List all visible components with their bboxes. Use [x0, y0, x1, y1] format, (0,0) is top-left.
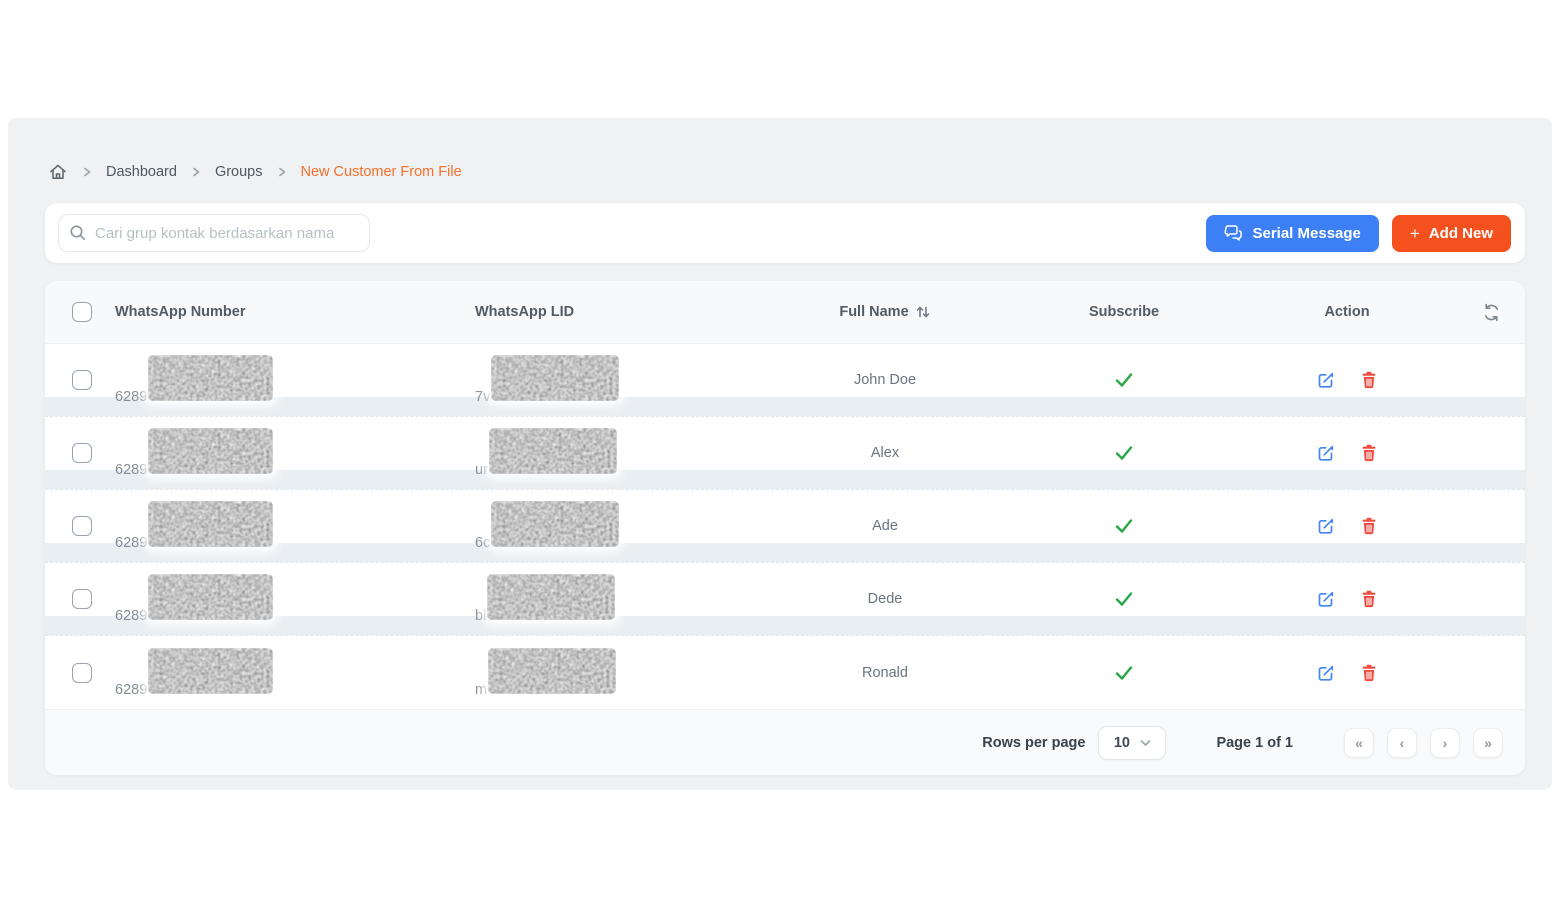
- green-check-icon: [1114, 664, 1134, 682]
- chevron-right-icon: [191, 166, 201, 178]
- green-check-icon: [1114, 371, 1134, 389]
- full-name: Dede: [868, 591, 903, 607]
- full-name: Ronald: [862, 665, 908, 681]
- add-new-label: Add New: [1429, 225, 1493, 242]
- trash-icon[interactable]: [1361, 444, 1377, 462]
- table-row: 6289 7v John Doe: [45, 344, 1525, 417]
- toolbar-buttons: Serial Message + Add New: [1206, 215, 1511, 252]
- trash-icon[interactable]: [1361, 517, 1377, 535]
- redacted-number: [148, 574, 273, 620]
- row-checkbox[interactable]: [72, 443, 92, 463]
- edit-pencil-icon[interactable]: [1317, 590, 1335, 608]
- col-header-subscribe: Subscribe: [985, 304, 1263, 320]
- home-icon[interactable]: [48, 162, 68, 182]
- chevron-right-icon: [82, 166, 92, 178]
- green-check-icon: [1114, 590, 1134, 608]
- full-name: Alex: [871, 445, 899, 461]
- edit-pencil-icon[interactable]: [1317, 517, 1335, 535]
- col-header-whatsapp-number: WhatsApp Number: [115, 304, 475, 320]
- first-page-button[interactable]: «: [1344, 728, 1374, 758]
- table-row: 6289 m Ronald: [45, 636, 1525, 709]
- previous-page-button[interactable]: ‹: [1387, 728, 1417, 758]
- next-page-button[interactable]: ›: [1430, 728, 1460, 758]
- redacted-lid: [491, 355, 619, 401]
- whatsapp-number: 6289: [115, 608, 147, 624]
- toolbar-card: Serial Message + Add New: [45, 203, 1525, 263]
- whatsapp-lid: bl: [475, 608, 486, 624]
- breadcrumb-current: New Customer From File: [301, 164, 462, 180]
- redacted-number: [148, 648, 273, 694]
- green-check-icon: [1114, 444, 1134, 462]
- whatsapp-lid: 6c: [475, 535, 490, 551]
- pagination: « ‹ › »: [1344, 728, 1503, 758]
- redacted-lid: [491, 501, 619, 547]
- serial-message-label: Serial Message: [1252, 225, 1360, 242]
- search-box[interactable]: [58, 214, 370, 252]
- table-header-row: WhatsApp Number WhatsApp LID Full Name S…: [45, 281, 1525, 344]
- row-checkbox[interactable]: [72, 516, 92, 536]
- chevron-down-icon: [1140, 739, 1151, 747]
- whatsapp-number: 6289: [115, 535, 147, 551]
- whatsapp-lid: 7v: [475, 389, 490, 405]
- whatsapp-lid: m: [475, 682, 487, 698]
- full-name: John Doe: [854, 372, 916, 388]
- table-row: 6289 ur Alex: [45, 417, 1525, 490]
- table-row: 6289 bl Dede: [45, 563, 1525, 636]
- plus-icon: +: [1410, 225, 1420, 242]
- whatsapp-number: 6289: [115, 389, 147, 405]
- breadcrumb-dashboard[interactable]: Dashboard: [106, 164, 177, 180]
- page-status: Page 1 of 1: [1216, 735, 1293, 751]
- trash-icon[interactable]: [1361, 371, 1377, 389]
- redacted-lid: [489, 428, 617, 474]
- trash-icon[interactable]: [1361, 664, 1377, 682]
- row-checkbox[interactable]: [72, 663, 92, 683]
- breadcrumb-groups[interactable]: Groups: [215, 164, 263, 180]
- chevron-right-icon: [277, 166, 287, 178]
- rows-per-page-label: Rows per page: [982, 735, 1085, 751]
- table-row: 6289 6c Ade: [45, 490, 1525, 563]
- chat-bubbles-icon: [1224, 224, 1243, 242]
- redacted-lid: [487, 574, 615, 620]
- search-input[interactable]: [95, 225, 359, 242]
- col-header-full-name[interactable]: Full Name: [785, 304, 985, 320]
- content-area: Dashboard Groups New Customer From File: [8, 118, 1552, 790]
- full-name: Ade: [872, 518, 898, 534]
- whatsapp-number: 6289: [115, 682, 147, 698]
- refresh-icon[interactable]: [1482, 303, 1501, 322]
- redacted-lid: [488, 648, 616, 694]
- trash-icon[interactable]: [1361, 590, 1377, 608]
- select-all-checkbox[interactable]: [72, 302, 92, 322]
- add-new-button[interactable]: + Add New: [1392, 215, 1511, 252]
- redacted-number: [148, 501, 273, 547]
- serial-message-button[interactable]: Serial Message: [1206, 215, 1378, 252]
- contacts-table: WhatsApp Number WhatsApp LID Full Name S…: [45, 281, 1525, 775]
- row-checkbox[interactable]: [72, 589, 92, 609]
- edit-pencil-icon[interactable]: [1317, 371, 1335, 389]
- table-body: 6289 7v John Doe 6289 ur Al: [45, 344, 1525, 709]
- page: { "breadcrumb": { "items": [ { "label": …: [0, 0, 1560, 900]
- sort-arrows-icon[interactable]: [915, 304, 931, 320]
- redacted-number: [148, 428, 273, 474]
- col-header-action: Action: [1263, 304, 1431, 320]
- edit-pencil-icon[interactable]: [1317, 664, 1335, 682]
- edit-pencil-icon[interactable]: [1317, 444, 1335, 462]
- green-check-icon: [1114, 517, 1134, 535]
- search-icon: [69, 224, 87, 242]
- breadcrumb: Dashboard Groups New Customer From File: [48, 162, 462, 182]
- col-header-whatsapp-lid: WhatsApp LID: [475, 304, 785, 320]
- whatsapp-lid: ur: [475, 462, 488, 478]
- row-checkbox[interactable]: [72, 370, 92, 390]
- redacted-number: [148, 355, 273, 401]
- whatsapp-number: 6289: [115, 462, 147, 478]
- table-footer: Rows per page 10 Page 1 of 1 « ‹ › »: [45, 709, 1525, 775]
- last-page-button[interactable]: »: [1473, 728, 1503, 758]
- rows-per-page-select[interactable]: 10: [1098, 726, 1166, 760]
